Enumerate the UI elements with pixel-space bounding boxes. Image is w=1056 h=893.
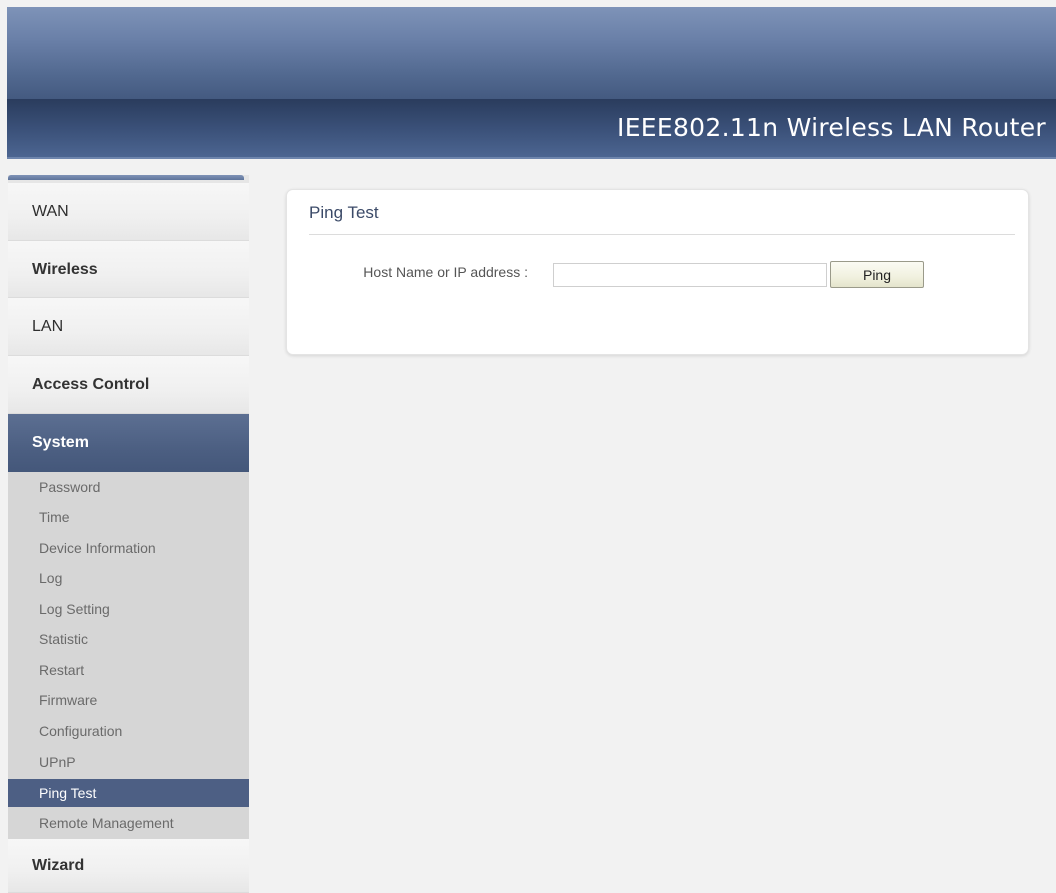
sidebar-item-access-control[interactable]: Access Control — [8, 356, 249, 414]
submenu-item-log-setting[interactable]: Log Setting — [8, 594, 249, 624]
sidebar: WAN Wireless LAN Access Control System P… — [8, 175, 249, 893]
submenu-item-firmware[interactable]: Firmware — [8, 685, 249, 715]
submenu-item-statistic[interactable]: Statistic — [8, 624, 249, 654]
host-field-label: Host Name or IP address : — [363, 264, 528, 280]
sidebar-item-wan[interactable]: WAN — [8, 183, 249, 241]
submenu-item-configuration[interactable]: Configuration — [8, 716, 249, 746]
header-title-bar: IEEE802.11n Wireless LAN Router — [7, 99, 1056, 159]
submenu-item-device-information[interactable]: Device Information — [8, 533, 249, 563]
sidebar-item-lan[interactable]: LAN — [8, 298, 249, 356]
sidebar-item-system[interactable]: System — [8, 414, 249, 472]
product-title: IEEE802.11n Wireless LAN Router — [617, 113, 1046, 142]
submenu-item-remote-management[interactable]: Remote Management — [8, 808, 249, 838]
submenu-item-log[interactable]: Log — [8, 563, 249, 593]
sidebar-top-accent — [8, 175, 244, 180]
title-divider — [309, 234, 1015, 235]
submenu-item-ping-test[interactable]: Ping Test — [8, 779, 249, 807]
submenu-item-upnp[interactable]: UPnP — [8, 747, 249, 777]
ping-test-panel: Ping Test Host Name or IP address : Ping — [286, 189, 1029, 355]
host-input[interactable] — [553, 263, 827, 287]
header-banner — [7, 7, 1056, 99]
sidebar-item-wizard[interactable]: Wizard — [8, 839, 249, 893]
sidebar-item-wireless[interactable]: Wireless — [8, 241, 249, 298]
submenu-item-restart[interactable]: Restart — [8, 655, 249, 685]
submenu-item-time[interactable]: Time — [8, 502, 249, 532]
system-submenu: Password Time Device Information Log Log… — [8, 472, 249, 839]
submenu-item-password[interactable]: Password — [8, 472, 249, 502]
router-admin-page: IEEE802.11n Wireless LAN Router WAN Wire… — [0, 0, 1056, 893]
page-title: Ping Test — [309, 203, 379, 222]
ping-button[interactable]: Ping — [830, 261, 924, 288]
